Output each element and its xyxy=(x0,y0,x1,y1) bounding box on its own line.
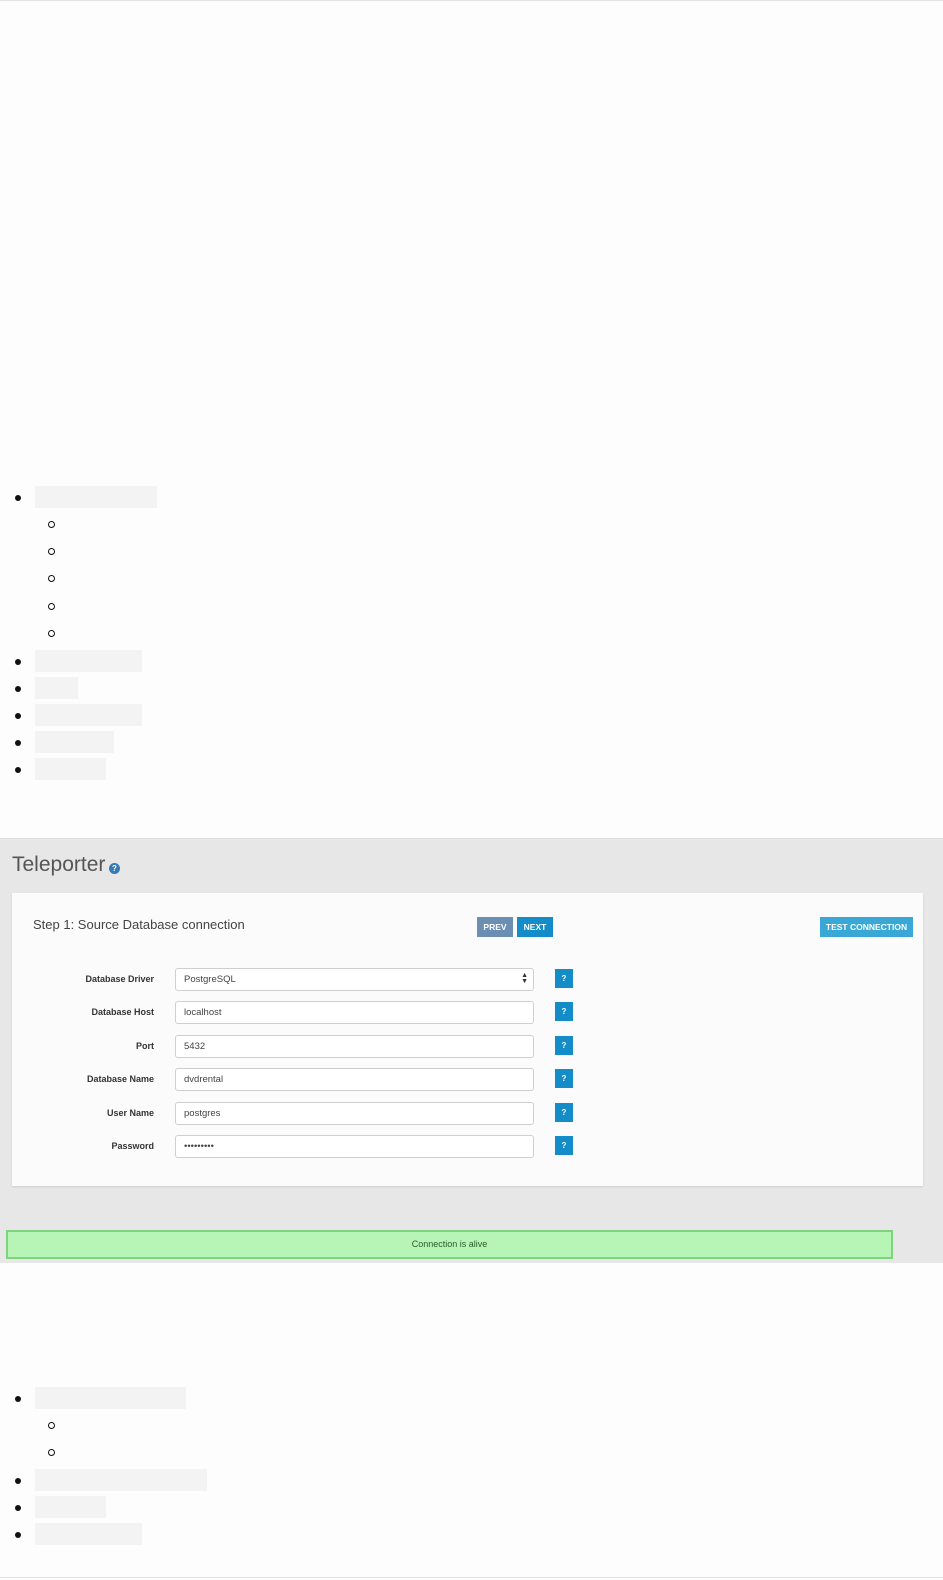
port-input[interactable]: 5432 xyxy=(175,1035,534,1058)
database-name-label: Database Name xyxy=(86,1074,154,1084)
next-button[interactable]: NEXT xyxy=(517,917,553,937)
teleporter-panel: Teleporter ? Step 1: Source Database con… xyxy=(0,838,943,1263)
redacted-list-item[interactable] xyxy=(35,677,78,699)
sub-list-bullet xyxy=(48,1449,55,1456)
sub-list-bullet xyxy=(48,521,55,528)
updown-arrows-icon: ▲ ▼ xyxy=(521,972,528,985)
list-bullet xyxy=(15,713,21,719)
password-help-button[interactable]: ? xyxy=(555,1136,573,1155)
port-help-button[interactable]: ? xyxy=(555,1036,573,1055)
redacted-list-item[interactable] xyxy=(35,1523,142,1545)
test-connection-button[interactable]: TEST CONNECTION xyxy=(820,917,913,937)
sub-list-bullet xyxy=(48,548,55,555)
user-name-help-button[interactable]: ? xyxy=(555,1103,573,1122)
database-host-label: Database Host xyxy=(91,1007,154,1017)
redacted-list-item[interactable] xyxy=(35,704,142,726)
redacted-list-item[interactable] xyxy=(35,1496,106,1518)
database-driver-value: PostgreSQL xyxy=(184,974,236,985)
port-label: Port xyxy=(136,1041,154,1051)
redacted-list-item[interactable] xyxy=(35,731,114,753)
list-bullet xyxy=(15,686,21,692)
database-driver-help-button[interactable]: ? xyxy=(555,969,573,988)
list-bullet xyxy=(15,495,21,501)
wizard-card: Step 1: Source Database connection PREV … xyxy=(12,893,923,1186)
sub-list-bullet xyxy=(48,1422,55,1429)
redacted-list-item[interactable] xyxy=(35,650,142,672)
list-bullet xyxy=(15,1505,21,1511)
redacted-list-item[interactable] xyxy=(35,1387,186,1409)
bottom-divider xyxy=(0,1577,943,1578)
list-bullet xyxy=(15,1532,21,1538)
sub-list-bullet xyxy=(48,575,55,582)
list-bullet xyxy=(15,659,21,665)
database-driver-label: Database Driver xyxy=(85,974,154,984)
database-driver-select[interactable]: PostgreSQL ▲ ▼ xyxy=(175,968,534,991)
list-bullet xyxy=(15,740,21,746)
list-bullet xyxy=(15,767,21,773)
database-host-input[interactable]: localhost xyxy=(175,1001,534,1024)
redacted-list-item[interactable] xyxy=(35,1469,207,1491)
password-label: Password xyxy=(111,1141,154,1151)
list-bullet xyxy=(15,1396,21,1402)
user-name-input[interactable]: postgres xyxy=(175,1102,534,1125)
password-input[interactable]: ••••••••• xyxy=(175,1135,534,1158)
list-bullet xyxy=(15,1478,21,1484)
question-circle-icon[interactable]: ? xyxy=(109,863,120,874)
database-name-input[interactable]: dvdrental xyxy=(175,1068,534,1091)
prev-button[interactable]: PREV xyxy=(477,917,513,937)
sub-list-bullet xyxy=(48,603,55,610)
user-name-label: User Name xyxy=(106,1108,154,1118)
step-title: Step 1: Source Database connection xyxy=(33,917,245,932)
top-divider xyxy=(0,0,943,1)
redacted-list-item[interactable] xyxy=(35,486,157,508)
page-title: Teleporter xyxy=(12,853,106,876)
database-name-help-button[interactable]: ? xyxy=(555,1069,573,1088)
connection-status-alert: Connection is alive xyxy=(6,1230,893,1259)
redacted-list-item[interactable] xyxy=(35,758,106,780)
database-host-help-button[interactable]: ? xyxy=(555,1002,573,1021)
sub-list-bullet xyxy=(48,630,55,637)
